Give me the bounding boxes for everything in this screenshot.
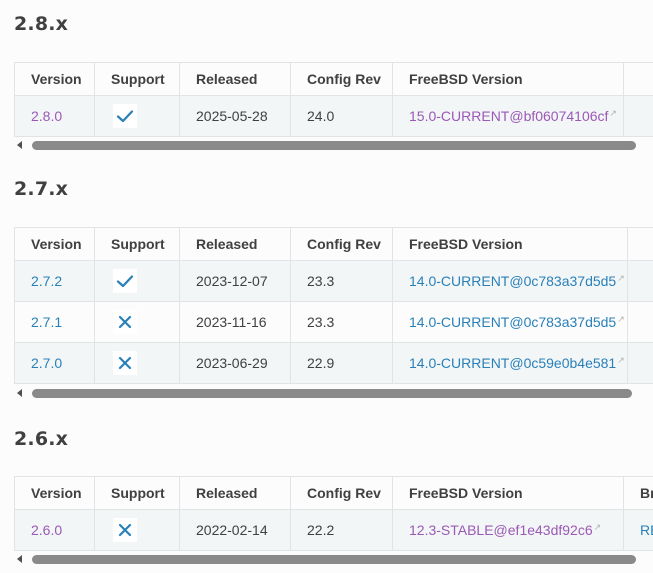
freebsd-version-cell: 15.0-CURRENT@bf06074106cf↗ — [392, 95, 624, 137]
freebsd-version-link[interactable]: 12.3-STABLE@ef1e43df92c6↗ — [409, 521, 602, 539]
horizontal-scrollbar[interactable] — [14, 138, 653, 152]
scroll-thumb[interactable] — [32, 555, 636, 564]
scroll-left-arrow-icon[interactable] — [17, 389, 22, 397]
table-header-row: Version Support Released Config Rev Free… — [14, 62, 653, 96]
release-table-wrapper: Version Support Released Config Rev Free… — [14, 62, 653, 137]
horizontal-scrollbar[interactable] — [14, 386, 653, 400]
freebsd-version-cell: 14.0-CURRENT@0c783a37d5d5↗ — [392, 260, 628, 302]
version-link[interactable]: 2.8.0 — [31, 108, 62, 124]
freebsd-version-cell: 12.3-STABLE@ef1e43df92c6↗ — [392, 509, 624, 551]
partial-link[interactable]: RE — [640, 522, 653, 538]
check-icon — [113, 269, 137, 293]
partial-cell — [623, 95, 653, 137]
support-cell — [94, 95, 180, 137]
release-table-wrapper: Version Support Released Config Rev Free… — [14, 476, 653, 551]
released-cell: 2023-12-07 — [179, 260, 291, 302]
horizontal-scrollbar[interactable] — [14, 552, 653, 566]
version-cell: 2.7.0 — [14, 342, 95, 384]
version-link[interactable]: 2.6.0 — [31, 522, 62, 538]
external-link-icon: ↗ — [617, 354, 625, 365]
column-header-version: Version — [14, 62, 95, 96]
table-row: 2.7.0 2023-06-29 22.9 14.0-CURRENT@0c59e… — [14, 342, 653, 384]
version-cell: 2.7.1 — [14, 301, 95, 343]
column-header-freebsd-version: FreeBSD Version — [392, 227, 628, 261]
column-header-partial — [623, 62, 653, 96]
x-icon — [113, 351, 137, 375]
freebsd-version-link[interactable]: 14.0-CURRENT@0c783a37d5d5↗ — [409, 313, 625, 331]
support-cell — [94, 342, 180, 384]
release-table-wrapper: Version Support Released Config Rev Free… — [14, 227, 653, 384]
scroll-left-arrow-icon[interactable] — [17, 141, 22, 149]
column-header-support: Support — [94, 476, 180, 510]
version-link[interactable]: 2.7.0 — [31, 355, 62, 371]
released-cell: 2023-06-29 — [179, 342, 291, 384]
column-header-partial — [627, 227, 653, 261]
external-link-icon: ↗ — [593, 521, 602, 532]
partial-cell — [627, 301, 653, 343]
config-rev-cell: 23.3 — [290, 301, 393, 343]
version-cell: 2.8.0 — [14, 95, 95, 137]
freebsd-version-link[interactable]: 15.0-CURRENT@bf06074106cf↗ — [409, 107, 617, 125]
released-cell: 2023-11-16 — [179, 301, 291, 343]
version-cell: 2.6.0 — [14, 509, 95, 551]
partial-cell — [627, 260, 653, 302]
column-header-support: Support — [94, 227, 180, 261]
config-rev-cell: 24.0 — [290, 95, 393, 137]
freebsd-version-cell: 14.0-CURRENT@0c783a37d5d5↗ — [392, 301, 628, 343]
column-header-config-rev: Config Rev — [290, 227, 393, 261]
table-row: 2.6.0 2022-02-14 22.2 12.3-STABLE@ef1e43… — [14, 509, 653, 551]
support-cell — [94, 260, 180, 302]
released-cell: 2025-05-28 — [179, 95, 291, 137]
release-table: Version Support Released Config Rev Free… — [14, 476, 653, 551]
column-header-released: Released — [179, 227, 291, 261]
x-icon — [113, 518, 137, 542]
config-rev-cell: 22.9 — [290, 342, 393, 384]
check-icon — [113, 104, 137, 128]
column-header-freebsd-version: FreeBSD Version — [392, 62, 624, 96]
column-header-support: Support — [94, 62, 180, 96]
release-table: Version Support Released Config Rev Free… — [14, 62, 653, 137]
x-icon — [113, 310, 137, 334]
column-header-version: Version — [14, 227, 95, 261]
table-row: 2.7.2 2023-12-07 23.3 14.0-CURRENT@0c783… — [14, 260, 653, 302]
config-rev-cell: 22.2 — [290, 509, 393, 551]
external-link-icon: ↗ — [609, 107, 617, 118]
section-heading: 2.6.x — [14, 428, 69, 450]
version-link[interactable]: 2.7.2 — [31, 273, 62, 289]
freebsd-version-link[interactable]: 14.0-CURRENT@0c783a37d5d5↗ — [409, 272, 625, 290]
section-heading: 2.7.x — [14, 178, 69, 200]
column-header-version: Version — [14, 476, 95, 510]
version-cell: 2.7.2 — [14, 260, 95, 302]
config-rev-cell: 23.3 — [290, 260, 393, 302]
table-row: 2.8.0 2025-05-28 24.0 15.0-CURRENT@bf060… — [14, 95, 653, 137]
table-header-row: Version Support Released Config Rev Free… — [14, 227, 653, 261]
column-header-config-rev: Config Rev — [290, 62, 393, 96]
freebsd-version-cell: 14.0-CURRENT@0c59e0b4e581↗ — [392, 342, 628, 384]
section-heading: 2.8.x — [14, 13, 69, 35]
released-cell: 2022-02-14 — [179, 509, 291, 551]
column-header-released: Released — [179, 476, 291, 510]
column-header-config-rev: Config Rev — [290, 476, 393, 510]
column-header-partial: Br — [623, 476, 653, 510]
scroll-left-arrow-icon[interactable] — [17, 555, 22, 563]
freebsd-version-link[interactable]: 14.0-CURRENT@0c59e0b4e581↗ — [409, 354, 625, 372]
external-link-icon: ↗ — [617, 313, 625, 324]
table-header-row: Version Support Released Config Rev Free… — [14, 476, 653, 510]
support-cell — [94, 509, 180, 551]
table-row: 2.7.1 2023-11-16 23.3 14.0-CURRENT@0c783… — [14, 301, 653, 343]
partial-cell: RE — [623, 509, 653, 551]
scroll-thumb[interactable] — [32, 389, 632, 398]
column-header-released: Released — [179, 62, 291, 96]
release-table: Version Support Released Config Rev Free… — [14, 227, 653, 384]
version-link[interactable]: 2.7.1 — [31, 314, 62, 330]
partial-cell — [627, 342, 653, 384]
column-header-freebsd-version: FreeBSD Version — [392, 476, 624, 510]
external-link-icon: ↗ — [617, 272, 625, 283]
scroll-thumb[interactable] — [32, 141, 636, 150]
support-cell — [94, 301, 180, 343]
